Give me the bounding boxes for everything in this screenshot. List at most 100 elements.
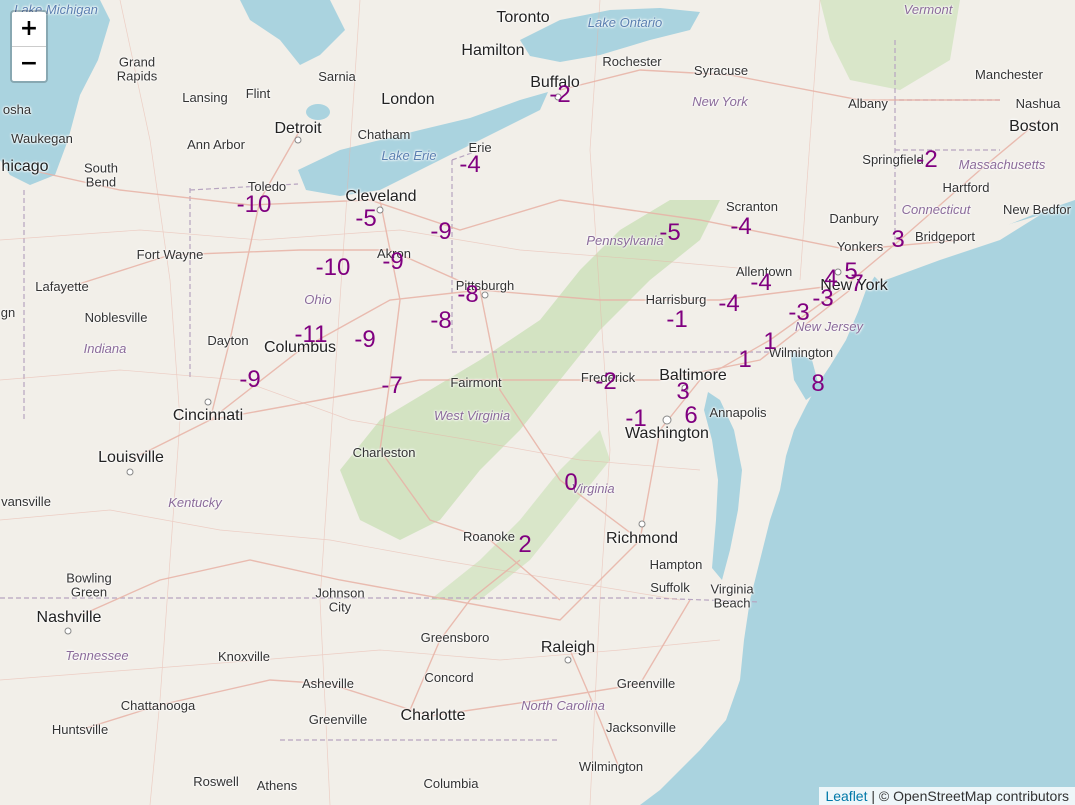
place-label: gn xyxy=(0,304,16,320)
place-label: Charleston xyxy=(352,444,416,460)
value-marker: 0 xyxy=(564,469,578,496)
value-marker: -1 xyxy=(666,306,688,333)
map-container[interactable]: Lake Michigan Toronto Lake Ontario Vermont H… xyxy=(0,0,1075,805)
value-marker: 6 xyxy=(684,402,698,429)
zoom-control: + − xyxy=(10,10,48,83)
value-marker: -9 xyxy=(239,366,261,393)
place-label: hicago xyxy=(1,158,49,176)
place-label: Harrisburg xyxy=(645,291,707,307)
place-label: Yonkers xyxy=(836,238,884,254)
place-label: Indiana xyxy=(83,340,127,356)
place-label: Detroit xyxy=(274,120,322,138)
place-label: Cleveland xyxy=(345,188,417,206)
place-label: Hamilton xyxy=(461,42,525,60)
value-marker: -4 xyxy=(750,269,772,296)
place-label: Charlotte xyxy=(400,707,466,725)
place-label: Toronto xyxy=(496,9,550,27)
place-label: Chattanooga xyxy=(120,697,196,713)
place-label: Hartford xyxy=(942,179,990,195)
place-label: Annapolis xyxy=(709,404,767,420)
place-label: Rochester xyxy=(602,53,662,69)
place-label: Lake Ontario xyxy=(587,14,663,30)
place-label: North Carolina xyxy=(521,697,605,713)
value-marker: -1 xyxy=(625,405,647,432)
value-marker: -4 xyxy=(718,290,740,317)
place-label: South Bend xyxy=(84,160,118,190)
place-label: Cincinnati xyxy=(172,407,244,425)
value-marker: -4 xyxy=(459,151,481,178)
place-label: Ohio xyxy=(304,291,332,307)
value-marker: -8 xyxy=(457,281,479,308)
place-label: Columbia xyxy=(423,775,479,791)
place-label: Wilmington xyxy=(578,758,644,774)
value-marker: -2 xyxy=(549,81,571,108)
place-label: Suffolk xyxy=(650,579,690,595)
place-label: Roswell xyxy=(193,773,239,789)
place-label: vansville xyxy=(1,493,51,509)
value-marker: 1 xyxy=(738,346,752,373)
place-label: Albany xyxy=(848,95,888,111)
place-label: Hampton xyxy=(649,556,703,572)
place-label: Ann Arbor xyxy=(187,136,245,152)
value-marker: 1 xyxy=(763,328,777,355)
value-marker: -9 xyxy=(382,248,404,275)
place-label: Scranton xyxy=(725,198,779,214)
value-marker: -9 xyxy=(354,326,376,353)
value-marker: 7 xyxy=(850,270,864,297)
value-marker: -7 xyxy=(381,372,403,399)
place-label: Wilmington xyxy=(768,344,834,360)
place-label: Jacksonville xyxy=(605,719,677,735)
place-label: Knoxville xyxy=(217,648,271,664)
place-label: Johnson City xyxy=(315,585,365,615)
value-marker: 3 xyxy=(891,226,905,253)
place-label: Kentucky xyxy=(168,494,222,510)
place-label: Fort Wayne xyxy=(136,246,204,262)
place-label: Baltimore xyxy=(659,367,727,385)
place-label: New Bedfor xyxy=(1003,201,1071,217)
place-label: Springfield xyxy=(862,151,924,167)
place-label: Concord xyxy=(424,669,474,685)
place-label: Chatham xyxy=(357,126,411,142)
place-label: Roanoke xyxy=(462,528,516,544)
place-label: Virginia Beach xyxy=(710,581,754,611)
place-label: Huntsville xyxy=(51,721,109,737)
value-marker: -11 xyxy=(294,321,328,348)
place-label: West Virginia xyxy=(433,407,511,423)
basemap-tiles[interactable] xyxy=(0,0,1075,805)
value-marker: -3 xyxy=(812,285,834,312)
attribution: Leaflet | © OpenStreetMap contributors xyxy=(819,787,1075,805)
value-marker: 2 xyxy=(518,531,532,558)
place-label: Connecticut xyxy=(901,201,971,217)
place-label: Bowling Green xyxy=(66,570,112,600)
place-label: Raleigh xyxy=(540,639,596,657)
place-label: Sarnia xyxy=(318,68,356,84)
place-label: Louisville xyxy=(98,449,164,467)
value-marker: -10 xyxy=(315,254,351,281)
value-marker: -5 xyxy=(659,219,681,246)
place-label: Boston xyxy=(1009,118,1059,136)
place-label: Richmond xyxy=(605,530,679,548)
place-label: New York xyxy=(692,93,748,109)
value-marker: 8 xyxy=(811,370,825,397)
value-marker: -10 xyxy=(236,191,272,218)
value-marker: -8 xyxy=(430,307,452,334)
zoom-in-button[interactable]: + xyxy=(12,12,46,46)
place-label: Syracuse xyxy=(693,62,749,78)
place-label: Lake Erie xyxy=(381,147,437,163)
zoom-out-button[interactable]: − xyxy=(12,46,46,81)
place-label: Greenville xyxy=(308,711,368,727)
attribution-separator: | xyxy=(867,788,879,804)
value-marker: -3 xyxy=(788,299,810,326)
leaflet-link[interactable]: Leaflet xyxy=(825,788,867,804)
place-label: Lafayette xyxy=(35,278,89,294)
place-label: Greenville xyxy=(616,675,676,691)
place-label: Vermont xyxy=(903,1,953,17)
value-marker: -5 xyxy=(355,205,377,232)
value-marker: -4 xyxy=(730,213,752,240)
place-label: Tennessee xyxy=(65,647,129,663)
place-label: Virginia xyxy=(571,480,615,496)
place-label: Manchester xyxy=(975,66,1043,82)
place-label: Bridgeport xyxy=(915,228,975,244)
place-label: Massachusetts xyxy=(958,156,1046,172)
value-marker: -9 xyxy=(430,218,452,245)
